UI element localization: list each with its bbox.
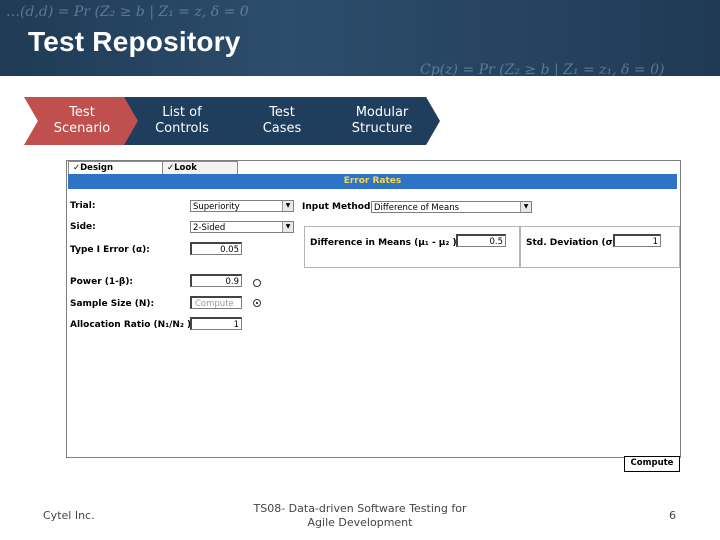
tab-design-parameters[interactable]: ✓Design Parameters <box>68 161 164 185</box>
type1-error-label: Type I Error (α): <box>70 245 150 255</box>
input-method-label: Input Method: <box>302 202 375 212</box>
chevron-down-icon[interactable]: ▼ <box>520 202 531 212</box>
process-step-label: Test Cases <box>262 105 302 136</box>
process-step: Test Cases <box>224 97 340 145</box>
allocation-ratio-input[interactable]: 1 <box>190 317 242 330</box>
difference-in-means-input[interactable]: 0.5 <box>456 234 506 247</box>
footer-session-title: TS08- Data-driven Software Testing for A… <box>253 502 467 529</box>
trial-select[interactable]: Superiority ▼ <box>190 200 294 212</box>
process-step-label: Modular Structure <box>351 105 413 136</box>
power-input[interactable]: 0.9 <box>190 274 242 287</box>
chevron-down-icon[interactable]: ▼ <box>282 222 293 232</box>
trial-select-value: Superiority <box>193 202 240 212</box>
sample-size-input[interactable]: Compute <box>190 296 242 309</box>
power-label: Power (1-β): <box>70 277 134 287</box>
section-header-error-rates: Error Rates <box>68 174 677 189</box>
tab-look-settings[interactable]: ✓Look Settings <box>162 161 238 185</box>
input-method-select-value: Difference of Means <box>374 203 460 213</box>
slide-header: …(d,d) = Pr (Z₂ ≥ b | Z₁ = z, δ = 0 Cp(z… <box>0 0 720 76</box>
background-formula: Cp(z) = Pr (Z₂ ≥ b | Z₁ = z₁, δ = 0) <box>420 62 665 76</box>
process-step-label: Test Scenario <box>53 105 111 136</box>
trial-label: Trial: <box>70 201 96 211</box>
sample-size-radio[interactable] <box>253 299 261 307</box>
slide-title: Test Repository <box>28 26 241 57</box>
type1-error-input[interactable]: 0.05 <box>190 242 242 255</box>
process-step: List of Controls <box>124 97 240 145</box>
background-formula: …(d,d) = Pr (Z₂ ≥ b | Z₁ = z, δ = 0 <box>6 4 249 20</box>
side-label: Side: <box>70 222 96 232</box>
input-method-select[interactable]: Difference of Means ▼ <box>371 201 532 213</box>
side-select[interactable]: 2-Sided ▼ <box>190 221 294 233</box>
power-radio[interactable] <box>253 279 261 287</box>
allocation-ratio-label: Allocation Ratio (N₁/N₂ ): <box>70 320 195 330</box>
sample-size-label: Sample Size (N): <box>70 299 155 309</box>
page-number: 6 <box>669 509 676 522</box>
std-deviation-label: Std. Deviation (σ): <box>526 238 621 248</box>
chevron-down-icon[interactable]: ▼ <box>282 201 293 211</box>
process-step-label: List of Controls <box>155 105 209 136</box>
std-deviation-input[interactable]: 1 <box>613 234 661 247</box>
compute-button[interactable]: Compute <box>624 456 680 472</box>
difference-in-means-label: Difference in Means (μ₁ - μ₂ ): <box>310 238 461 248</box>
process-step: Test Scenario <box>24 97 140 145</box>
process-step: Modular Structure <box>324 97 440 145</box>
side-select-value: 2-Sided <box>193 223 226 233</box>
footer-company: Cytel Inc. <box>43 509 95 522</box>
